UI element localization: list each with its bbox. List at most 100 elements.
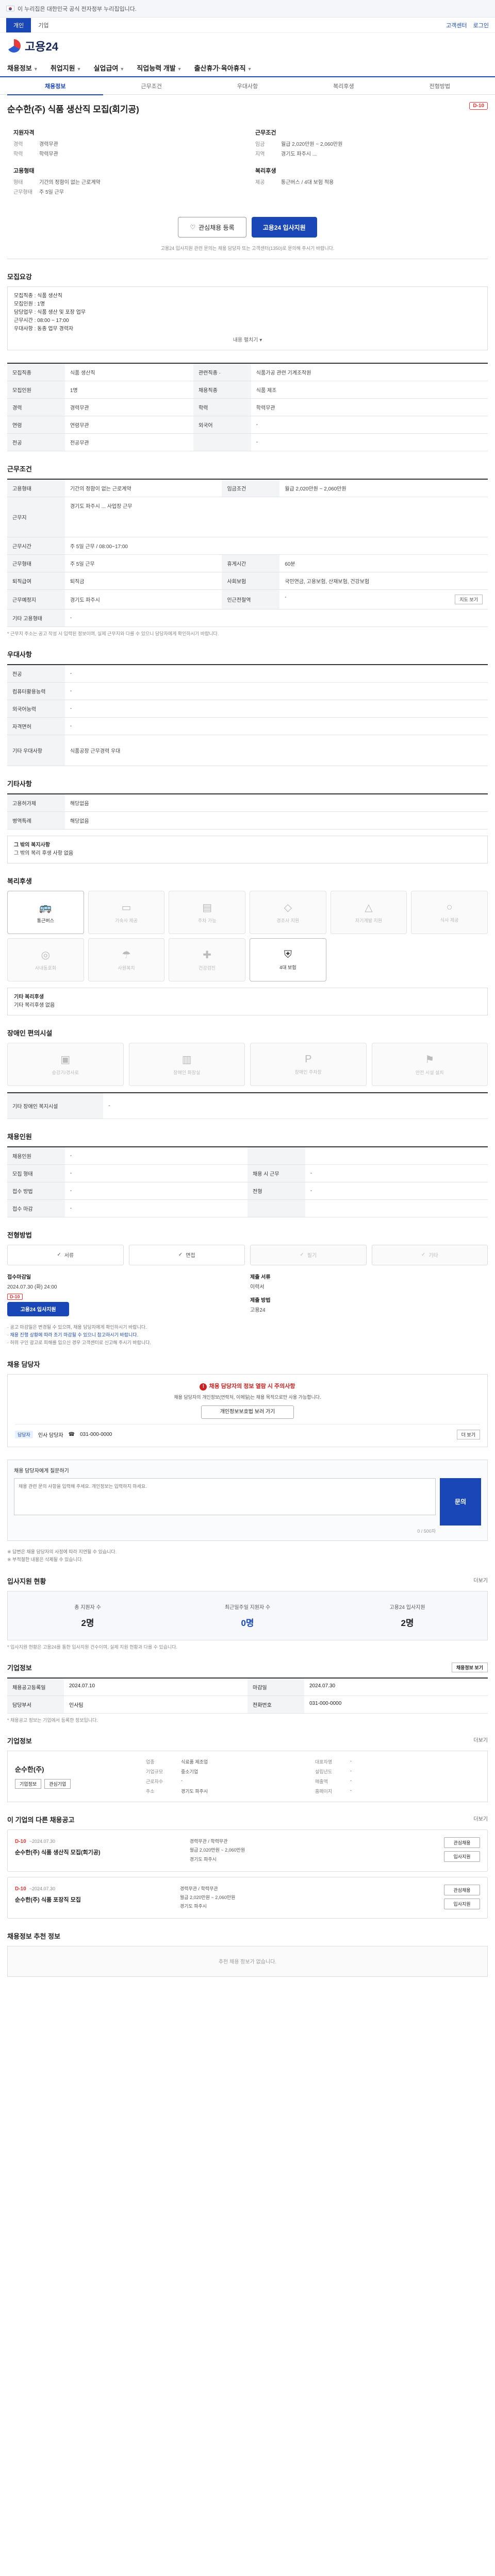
td: 퇴직금: [64, 572, 222, 590]
gov-banner: 이 누리집은 대한민국 공식 전자정부 누리집입니다.: [0, 0, 495, 18]
process-steps: ✓ 서류 ✓ 면접 ✓ 필기 ✓ 기타: [7, 1244, 488, 1265]
recruit-line: 우대사항 : 동종 업무 경력자: [14, 326, 74, 332]
disability-item: ▣ 승강기/경사로: [7, 1043, 124, 1086]
map-button[interactable]: 지도 보기: [455, 595, 483, 604]
summary-employment: 고용형태 형태 기간의 정함이 없는 근로계약 근무형태 주 5일 근무: [13, 166, 240, 197]
recruit-body: 모집직종 : 식품 생산직 모집인원 : 1명 담당업무 : 식품 생산 및 포…: [7, 286, 488, 350]
char-count: 0 / 500자: [417, 1528, 436, 1534]
job-card[interactable]: D-10 ~2024.07.30 순수한(주) 식품 포장직 모집 경력무관 / 학…: [7, 1876, 488, 1919]
stats-more-link[interactable]: 더보기: [473, 1576, 488, 1584]
th: 관련직종 ·: [193, 363, 251, 381]
company-box: 순수한(주) 기업정보 관심기업 업종 식료품 제조업 대표자명 - 기업규모 중소기업 설…: [7, 1751, 488, 1803]
th: 접수 방법: [7, 1182, 65, 1200]
summary-key: 근무형태: [13, 190, 32, 195]
manager-warning: ! 채용 담당자의 정보 열람 시 주의사항: [15, 1382, 480, 1391]
section-title: 근무조건: [7, 465, 32, 473]
stat-item: 총 지원자 수 2명: [74, 1605, 101, 1629]
summary-value: 기간의 정함이 없는 근로계약: [39, 180, 101, 185]
welfare-item: ○ 식사 제공: [411, 891, 488, 934]
apply-button[interactable]: 고용24 입사지원: [251, 217, 317, 238]
th: 채용직종: [193, 381, 251, 399]
main-nav: 채용정보 ▼ 취업지원 ▼ 실업급여 ▼ 직업능력 개발 ▼ 출산휴가·육아휴직 ▼: [0, 59, 495, 77]
expand-button[interactable]: 내용 펼치기 ▾: [14, 336, 481, 345]
customer-center-link[interactable]: 고객센터: [446, 21, 467, 29]
question-section: 채용 담당자에게 질문하기 문의 0 / 500자 ※ 답변은 채용 담당자의 …: [7, 1459, 488, 1564]
section-title: 기업정보: [7, 1737, 32, 1745]
tab-personal[interactable]: 개인: [6, 18, 31, 32]
td: -: [64, 1146, 248, 1165]
gift-icon: ◇: [284, 902, 292, 913]
nav-item-support[interactable]: 취업지원 ▼: [51, 63, 81, 73]
section-title: 기업정보: [7, 1664, 32, 1672]
nav-item-training[interactable]: 직업능력 개발 ▼: [137, 63, 182, 73]
job-card[interactable]: D-10 ~2024.07.30 순수한(주) 식품 생산직 모집(회기공) 경력무…: [7, 1829, 488, 1872]
td: 전공무관: [64, 433, 193, 451]
top-sub-bar: 개인 기업 고객센터 로그인: [0, 18, 495, 33]
scrap-button[interactable]: 관심채용: [443, 1884, 480, 1895]
summary-value: 주 5일 근무: [39, 190, 64, 195]
logo-icon: [7, 39, 21, 53]
process-step: ✓ 기타: [371, 1244, 488, 1265]
nav-item-leave[interactable]: 출산휴가·육아휴직 ▼: [194, 63, 252, 73]
td: 식품가공 관련 기계조작원: [251, 363, 488, 381]
summary-value: 학력무관: [39, 151, 58, 157]
summary-value: 통근버스 / 4대 보험 적용: [281, 180, 334, 185]
td: [305, 1199, 488, 1217]
question-send-button[interactable]: 문의: [440, 1478, 481, 1526]
manager-tag: 담당자: [15, 1430, 33, 1438]
info-section: 기업정보 채용정보 보기 채용공고등록일 2024.07.10 마감일 2024.07.…: [7, 1663, 488, 1723]
tab-company[interactable]: 기업: [31, 18, 56, 32]
privacy-law-button[interactable]: 개인정보보호법 보러 가기: [201, 1405, 294, 1419]
manager-more-button[interactable]: 더 보기: [456, 1429, 480, 1439]
info-button[interactable]: 채용정보 보기: [451, 1663, 488, 1673]
scrap-button[interactable]: ♡ 관심채용 등록: [178, 217, 246, 238]
td: -: [64, 682, 488, 700]
section-title: 우대사항: [7, 651, 32, 658]
tab-process[interactable]: 전형방법: [392, 82, 488, 90]
recruit-section: 모집요강 모집직종 : 식품 생산직 모집인원 : 1명 담당업무 : 식품 생…: [7, 272, 488, 350]
section-title: 기타사항: [7, 780, 32, 788]
td: -: [305, 1182, 488, 1200]
coffee-icon: ○: [446, 902, 453, 913]
apply-button[interactable]: 입사지원: [444, 1851, 480, 1862]
th: 휴게시간: [222, 554, 280, 572]
login-link[interactable]: 로그인: [473, 21, 489, 29]
td: 1명: [64, 381, 193, 399]
summary-key: 제공: [255, 180, 265, 185]
shield-icon: ⛨: [284, 949, 292, 960]
td: [305, 1146, 488, 1165]
th: 사회보험: [222, 572, 280, 590]
logo-text: 고용24: [25, 40, 58, 53]
summary-head: 근무조건: [255, 130, 276, 136]
disability-item: ▥ 장애인 화장실: [128, 1043, 245, 1086]
tab-condition[interactable]: 근무조건: [103, 82, 199, 90]
heart-icon: ♡: [190, 224, 196, 231]
th: 전공: [7, 433, 65, 451]
td: 식품 제조: [251, 381, 488, 399]
recent-section: 채용정보 추천 정보 추천 채용 정보가 없습니다.: [7, 1931, 488, 1977]
tab-welfare[interactable]: 복리후생: [295, 82, 391, 90]
welfare-item: ▭ 기숙사 제공: [88, 891, 165, 934]
tab-preference[interactable]: 우대사항: [200, 82, 295, 90]
company-follow-button[interactable]: 관심기업: [44, 1779, 71, 1789]
question-input[interactable]: [14, 1478, 436, 1515]
th: 컴퓨터활용능력: [7, 682, 65, 700]
header-logo[interactable]: 고용24: [0, 33, 495, 59]
question-notes: ※ 답변은 채용 담당자의 사정에 따라 지연될 수 있습니다. ※ 부적절한 …: [7, 1548, 488, 1564]
scrap-button[interactable]: 관심채용: [444, 1837, 480, 1849]
company-info-button[interactable]: 기업정보: [15, 1779, 42, 1789]
company-more-link[interactable]: 더보기: [473, 1736, 488, 1743]
job-title-box: D-10 순수한(주) 식품 생산직 모집(회기공): [7, 95, 488, 115]
check-icon: ✓: [300, 1252, 304, 1258]
td: -: [64, 1164, 248, 1182]
nav-item-benefit[interactable]: 실업급여 ▼: [94, 63, 125, 73]
other-jobs-more-link[interactable]: 더보기: [473, 1815, 488, 1822]
company-section: 기업정보 더보기 순수한(주) 기업정보 관심기업 업종 식료품 제조업 대표자명 - 기…: [7, 1736, 488, 1803]
nav-item-jobs[interactable]: 채용정보 ▼: [7, 63, 38, 73]
tab-recruit[interactable]: 채용정보: [7, 82, 104, 95]
check-icon: ✓: [178, 1252, 183, 1258]
th: 인근전철역: [222, 589, 280, 609]
td: 학력무관: [251, 398, 488, 416]
apply-button-small[interactable]: 고용24 입사지원: [7, 1301, 69, 1316]
apply-button[interactable]: 입사지원: [443, 1898, 480, 1909]
